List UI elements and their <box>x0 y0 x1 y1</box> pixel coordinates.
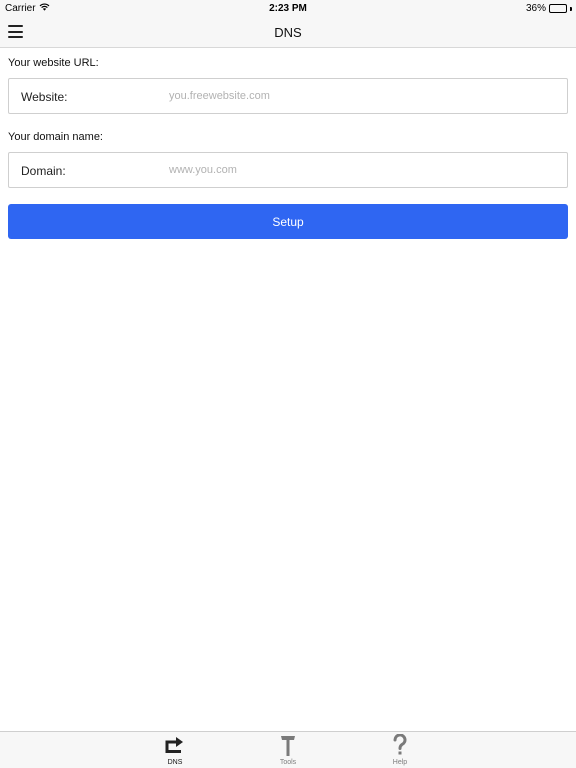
status-right: 36% <box>526 3 572 14</box>
hammer-icon <box>277 734 299 756</box>
battery-tip <box>570 6 572 11</box>
status-time: 2:23 PM <box>269 3 307 14</box>
domain-field-box[interactable]: Domain: <box>8 152 568 188</box>
tab-tools[interactable]: Tools <box>258 734 318 768</box>
dns-screen: Carrier 2:23 PM 36% DNS Your website URL <box>0 0 576 768</box>
battery-percent: 36% <box>525 3 546 14</box>
question-mark-icon <box>389 734 411 756</box>
website-caption: Your website URL: <box>8 57 99 69</box>
website-label: Website: <box>21 90 68 104</box>
domain-input[interactable] <box>169 159 559 181</box>
navigation-bar: DNS <box>0 17 576 48</box>
website-input[interactable] <box>169 85 559 107</box>
domain-label: Domain: <box>21 164 66 178</box>
battery-icon <box>549 4 567 13</box>
tab-dns-label: DNS <box>167 759 183 766</box>
status-bar: Carrier 2:23 PM 36% <box>0 0 576 17</box>
tab-help-label: Help <box>392 759 408 766</box>
tab-help[interactable]: Help <box>370 734 430 768</box>
setup-button[interactable]: Setup <box>8 204 568 239</box>
domain-caption: Your domain name: <box>8 131 103 143</box>
page-title: DNS <box>274 25 302 40</box>
tab-dns[interactable]: DNS <box>145 734 205 768</box>
tab-tools-label: Tools <box>279 759 297 766</box>
website-field-box[interactable]: Website: <box>8 78 568 114</box>
redirect-arrow-icon <box>164 734 186 756</box>
tab-bar: DNS Tools Help <box>0 731 576 768</box>
